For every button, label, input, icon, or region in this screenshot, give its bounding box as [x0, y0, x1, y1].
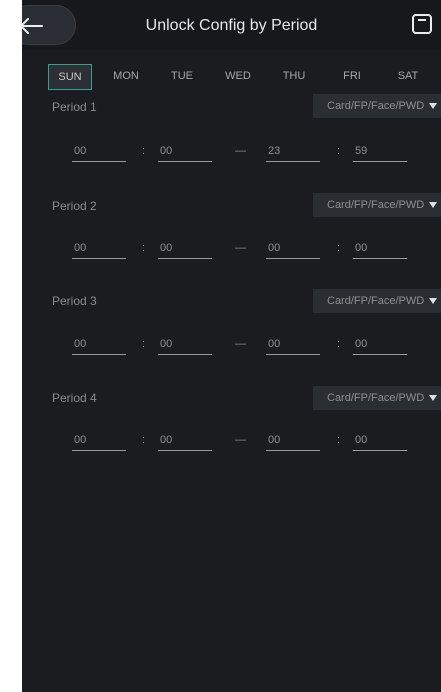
time-colon: :	[337, 338, 341, 350]
end-minute-field[interactable]: 00	[353, 429, 407, 451]
range-dash: —	[235, 434, 246, 446]
dropdown-arrow-icon	[429, 395, 437, 401]
end-minute-field[interactable]: 59	[353, 140, 407, 162]
tab-wed[interactable]: WED	[216, 64, 260, 88]
time-colon: :	[142, 338, 146, 350]
end-hour-field[interactable]: 00	[266, 333, 320, 355]
start-minute-field[interactable]: 00	[158, 140, 212, 162]
dropdown-arrow-icon	[429, 103, 437, 109]
start-minute-field[interactable]: 00	[158, 333, 212, 355]
tab-fri[interactable]: FRI	[330, 64, 374, 88]
start-hour-field[interactable]: 00	[72, 333, 126, 355]
period-label: Period 1	[52, 100, 97, 114]
unlock-mode-select[interactable]: Card/FP/Face/PWD	[313, 94, 441, 118]
dropdown-arrow-icon	[429, 298, 437, 304]
tab-sun[interactable]: SUN	[48, 64, 92, 90]
start-minute-field[interactable]: 00	[158, 429, 212, 451]
unlock-mode-select[interactable]: Card/FP/Face/PWD	[313, 289, 441, 313]
time-colon: :	[142, 242, 146, 254]
day-tabs: SUN MON TUE WED THU FRI SAT	[48, 64, 441, 90]
unlock-mode-value: Card/FP/Face/PWD	[327, 295, 425, 307]
dropdown-arrow-icon	[429, 202, 437, 208]
time-colon: :	[337, 145, 341, 157]
end-hour-field[interactable]: 00	[266, 237, 320, 259]
end-minute-field[interactable]: 00	[353, 237, 407, 259]
end-hour-field[interactable]: 23	[266, 140, 320, 162]
time-colon: :	[142, 434, 146, 446]
tab-mon[interactable]: MON	[104, 64, 148, 88]
time-colon: :	[142, 145, 146, 157]
tab-tue[interactable]: TUE	[160, 64, 204, 88]
end-minute-field[interactable]: 00	[353, 333, 407, 355]
range-dash: —	[235, 338, 246, 350]
unlock-mode-value: Card/FP/Face/PWD	[327, 392, 425, 404]
tab-thu[interactable]: THU	[272, 64, 316, 88]
unlock-mode-select[interactable]: Card/FP/Face/PWD	[313, 386, 441, 410]
start-hour-field[interactable]: 00	[72, 237, 126, 259]
start-minute-field[interactable]: 00	[158, 237, 212, 259]
save-icon[interactable]	[411, 13, 433, 35]
start-hour-field[interactable]: 00	[72, 429, 126, 451]
tab-sat[interactable]: SAT	[386, 64, 430, 88]
screen: Unlock Config by Period SUN MON TUE WED …	[22, 0, 441, 692]
range-dash: —	[235, 145, 246, 157]
time-colon: :	[337, 242, 341, 254]
range-dash: —	[235, 242, 246, 254]
page-title: Unlock Config by Period	[145, 17, 318, 34]
top-bar: Unlock Config by Period	[22, 0, 441, 50]
period-label: Period 3	[52, 294, 97, 308]
unlock-mode-select[interactable]: Card/FP/Face/PWD	[313, 193, 441, 217]
end-hour-field[interactable]: 00	[266, 429, 320, 451]
unlock-mode-value: Card/FP/Face/PWD	[327, 199, 425, 211]
start-hour-field[interactable]: 00	[72, 140, 126, 162]
period-label: Period 4	[52, 391, 97, 405]
time-colon: :	[337, 434, 341, 446]
unlock-mode-value: Card/FP/Face/PWD	[327, 100, 425, 112]
period-label: Period 2	[52, 199, 97, 213]
